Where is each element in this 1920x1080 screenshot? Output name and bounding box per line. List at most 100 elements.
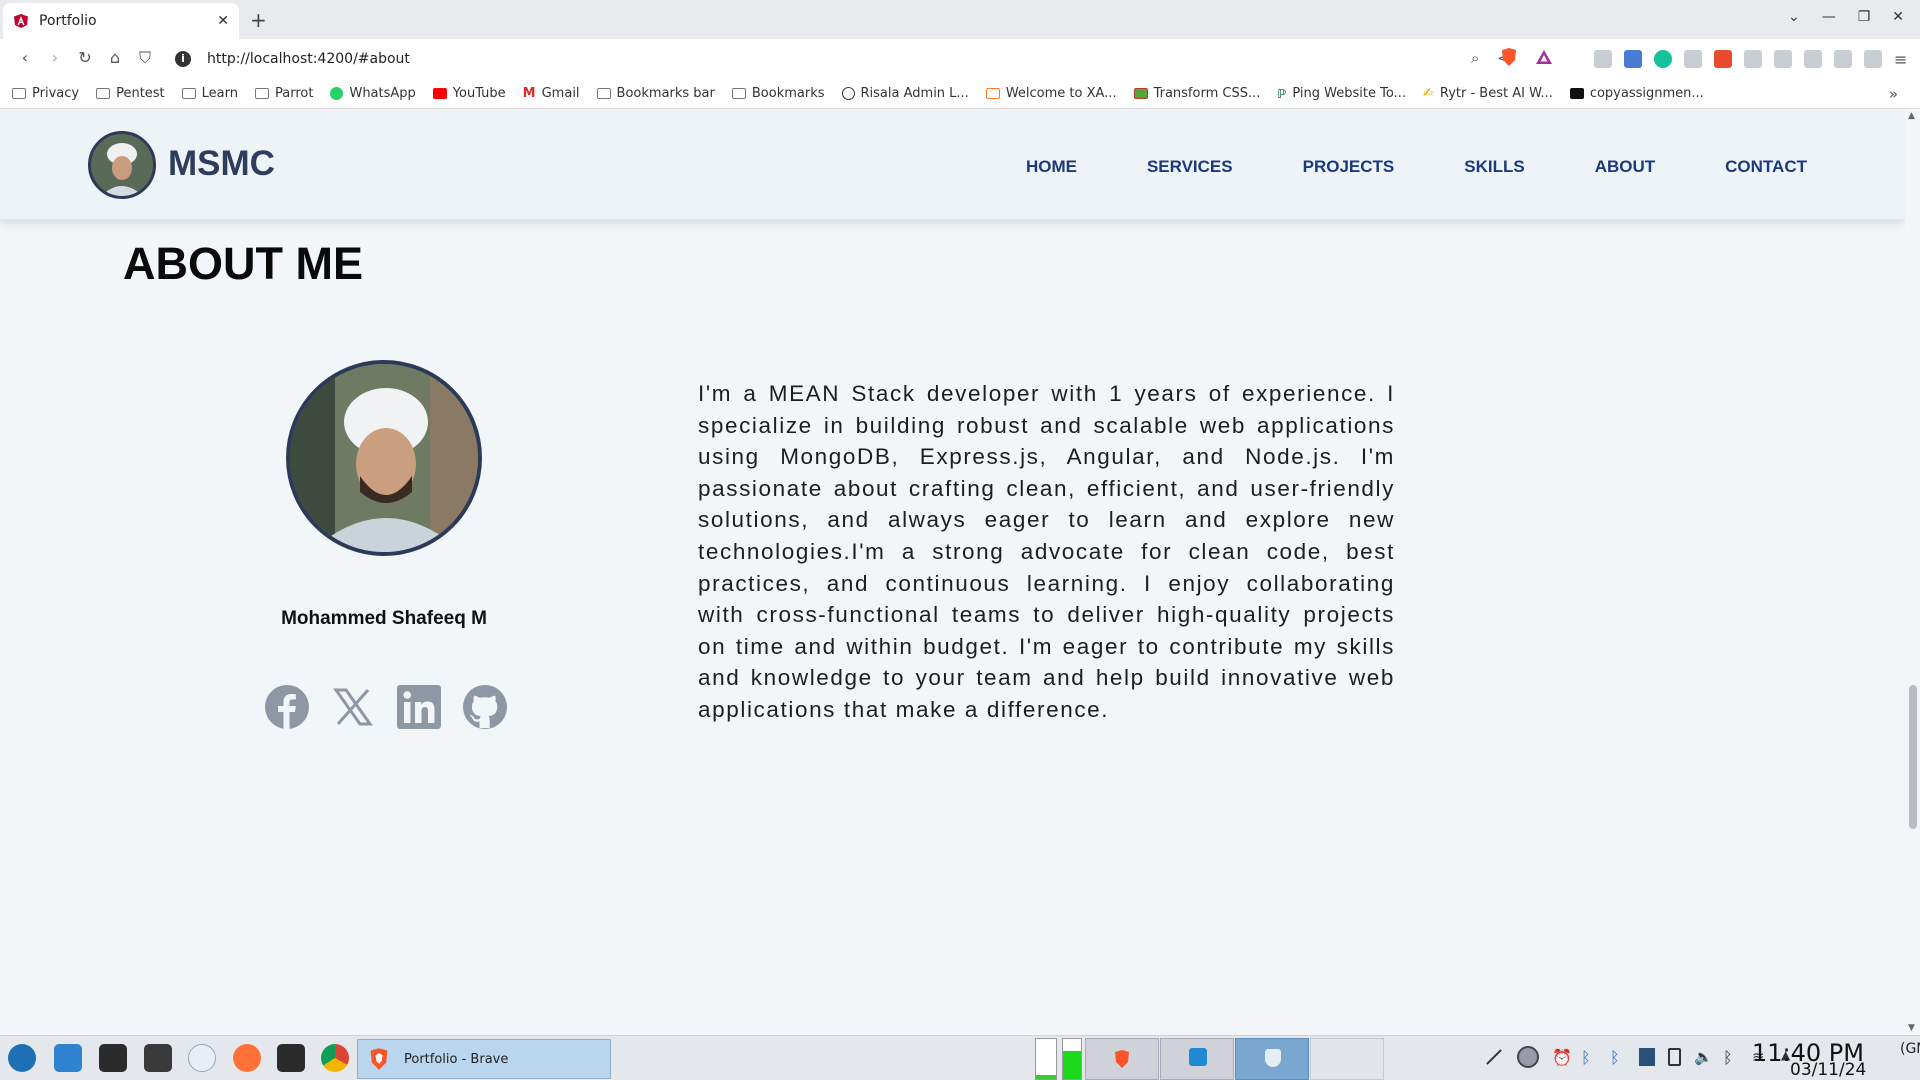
terminal-icon[interactable]	[99, 1044, 127, 1072]
cpu-meter	[1035, 1038, 1057, 1080]
main-nav: HOME SERVICES PROJECTS SKILLS ABOUT CONT…	[1026, 157, 1807, 177]
scrollbar-thumb[interactable]	[1909, 685, 1917, 829]
folder-icon	[731, 88, 746, 99]
reload-icon[interactable]: ↻	[70, 48, 100, 68]
bookmark-item[interactable]: Privacy	[12, 86, 79, 101]
leo-ai-icon[interactable]	[1864, 50, 1882, 68]
bookmark-item[interactable]: Welcome to XA...	[985, 86, 1117, 101]
nav-contact[interactable]: CONTACT	[1725, 157, 1807, 177]
nav-about[interactable]: ABOUT	[1595, 157, 1655, 177]
bluetooth-icon[interactable]: ᛒ	[1610, 1048, 1626, 1067]
firefox-icon[interactable]	[233, 1044, 261, 1072]
tab-close-icon[interactable]: ✕	[217, 13, 229, 29]
workspace-2[interactable]	[1160, 1038, 1234, 1080]
brave-rewards-icon[interactable]	[1535, 47, 1553, 67]
bookmark-item[interactable]: Parrot	[255, 86, 313, 101]
more-bookmarks-icon[interactable]: »	[1889, 85, 1898, 103]
home-icon[interactable]: ⌂	[100, 48, 130, 68]
workspace-3[interactable]	[1235, 1038, 1309, 1080]
folder-icon	[12, 88, 26, 99]
wallet-icon[interactable]	[1834, 50, 1852, 68]
ping-icon: ℙ	[1277, 86, 1287, 101]
chrome-icon[interactable]	[321, 1044, 349, 1072]
clipboard-icon[interactable]	[1668, 1048, 1681, 1066]
app-launcher-icon[interactable]	[8, 1044, 36, 1072]
shield-icon	[1265, 1049, 1281, 1067]
circle-icon[interactable]	[1517, 1046, 1539, 1068]
grammarly-icon[interactable]	[1654, 50, 1672, 68]
download-icon[interactable]	[1774, 50, 1792, 68]
editor-icon[interactable]	[144, 1044, 172, 1072]
nav-services[interactable]: SERVICES	[1147, 157, 1233, 177]
tab-search-icon[interactable]: ⌄	[1788, 9, 1800, 25]
bookmark-item[interactable]: Risala Admin L...	[841, 86, 969, 101]
transform-icon	[1133, 88, 1148, 99]
linkedin-icon[interactable]	[396, 684, 442, 730]
nav-home[interactable]: HOME	[1026, 157, 1077, 177]
maximize-button[interactable]: ❐	[1858, 9, 1871, 25]
site-info-icon[interactable]: i	[175, 51, 191, 67]
bookmarks-bar: Privacy Pentest Learn Parrot WhatsApp Yo…	[0, 79, 1920, 109]
bookmark-item[interactable]: YouTube	[432, 86, 506, 101]
browser-tab[interactable]: Portfolio ✕	[3, 3, 239, 39]
extension-icon[interactable]	[1594, 50, 1612, 68]
bookmark-item[interactable]: copyassignmen...	[1569, 86, 1704, 101]
workspace-1[interactable]	[1085, 1038, 1159, 1080]
extension-icon[interactable]	[1684, 50, 1702, 68]
github-icon[interactable]	[462, 684, 508, 730]
globe-icon	[841, 87, 855, 100]
menu-icon[interactable]: ≡	[1894, 50, 1912, 69]
about-bio: I'm a MEAN Stack developer with 1 years …	[698, 381, 1395, 722]
url-text: http://localhost:4200/#about	[207, 51, 410, 67]
translate-icon[interactable]	[1624, 50, 1642, 68]
bookmark-icon[interactable]: ⛉	[130, 48, 160, 68]
puzzle-icon[interactable]	[1744, 50, 1762, 68]
bookmark-item[interactable]: M Gmail	[523, 86, 580, 101]
address-bar[interactable]: i http://localhost:4200/#about	[175, 44, 1575, 74]
facebook-icon[interactable]	[264, 684, 310, 730]
bookmark-item[interactable]: Bookmarks bar	[596, 86, 715, 101]
bookmark-item[interactable]: Bookmarks	[731, 86, 825, 101]
bookmark-item[interactable]: Learn	[181, 86, 238, 101]
nav-skills[interactable]: SKILLS	[1464, 157, 1524, 177]
file-manager-icon[interactable]	[54, 1044, 82, 1072]
pen-icon[interactable]	[1486, 1049, 1502, 1065]
scroll-down-icon[interactable]: ▼	[1908, 1023, 1915, 1033]
bookmark-item[interactable]: ✍ Rytr - Best AI W...	[1423, 86, 1553, 101]
youtube-icon	[432, 88, 447, 99]
brave-shields-icon[interactable]	[1500, 47, 1518, 67]
bookmark-item[interactable]: Transform CSS...	[1133, 86, 1260, 101]
minimize-button[interactable]: —	[1822, 9, 1836, 25]
x-icon[interactable]	[330, 684, 376, 730]
bluetooth-icon[interactable]: ᛒ	[1581, 1048, 1597, 1067]
forward-icon[interactable]: ›	[40, 48, 70, 68]
new-tab-button[interactable]: +	[250, 8, 267, 32]
person-name: Mohammed Shafeeq M	[281, 608, 487, 629]
brand-name[interactable]: MSMC	[168, 144, 275, 184]
taskbar-task-brave[interactable]: Portfolio - Brave	[357, 1039, 611, 1079]
extension-icon[interactable]	[1714, 50, 1732, 68]
page-scrollbar[interactable]: ▲ ▼	[1905, 109, 1920, 1035]
back-icon[interactable]: ‹	[10, 48, 40, 68]
close-window-button[interactable]: ✕	[1892, 9, 1904, 25]
network-manager-icon[interactable]	[1639, 1048, 1655, 1066]
avatar-image	[91, 134, 153, 196]
bookmark-item[interactable]: ℙ Ping Website To...	[1277, 86, 1406, 101]
logo-avatar[interactable]	[88, 131, 156, 199]
site-header: MSMC HOME SERVICES PROJECTS SKILLS ABOUT…	[0, 109, 1905, 219]
volume-icon[interactable]: 🔈	[1694, 1048, 1713, 1066]
brave-icon	[1115, 1050, 1129, 1068]
workspace-4[interactable]	[1310, 1038, 1384, 1080]
tab-title: Portfolio	[39, 13, 97, 29]
alarm-icon[interactable]: ⏰	[1552, 1048, 1572, 1067]
folder-icon	[181, 88, 196, 99]
system-monitor-icon[interactable]	[277, 1044, 305, 1072]
scroll-up-icon[interactable]: ▲	[1908, 111, 1915, 121]
bluetooth-icon[interactable]: ᛒ	[1723, 1048, 1739, 1067]
sidebar-icon[interactable]	[1804, 50, 1822, 68]
zoom-icon[interactable]: ⌕	[1471, 49, 1479, 67]
settings-app-icon[interactable]	[188, 1044, 216, 1072]
bookmark-item[interactable]: Pentest	[96, 86, 165, 101]
nav-projects[interactable]: PROJECTS	[1303, 157, 1395, 177]
bookmark-item[interactable]: WhatsApp	[330, 86, 416, 101]
